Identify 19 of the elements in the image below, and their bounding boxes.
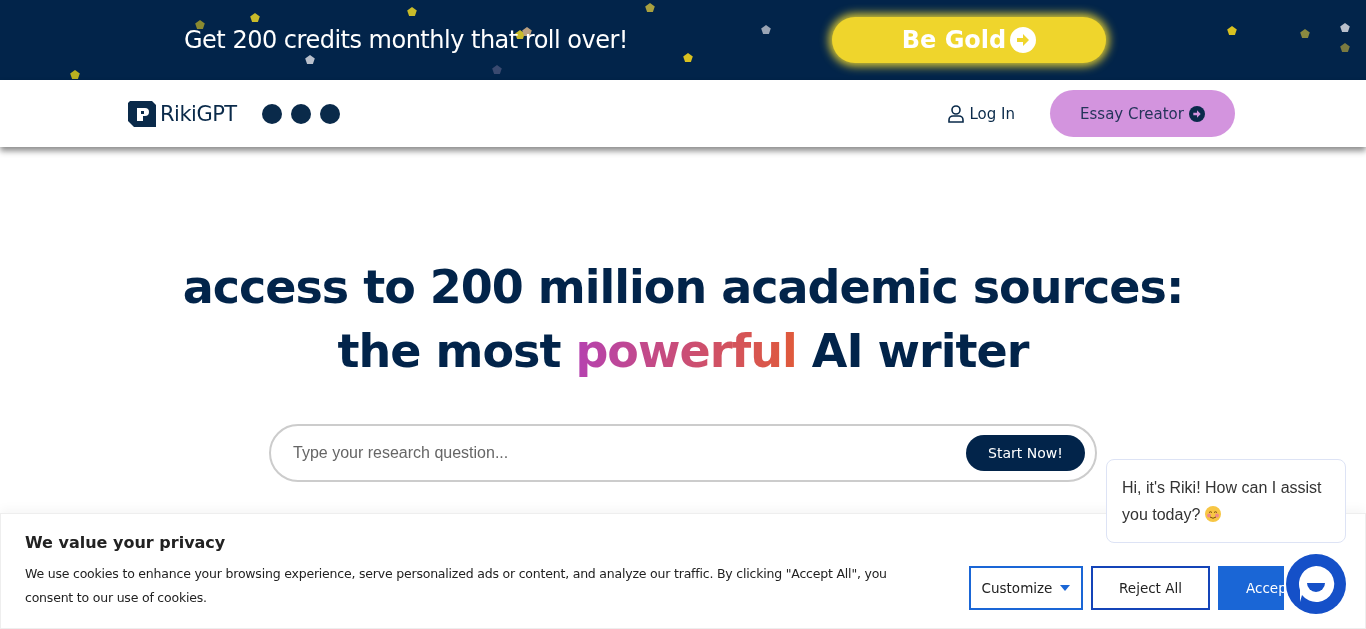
search-field[interactable]: Type your research question... Start Now!	[269, 424, 1097, 482]
logo[interactable]: RikiGPT	[128, 100, 237, 127]
login-link[interactable]: Log In	[947, 104, 1015, 123]
caret-icon	[1060, 585, 1071, 591]
smiley-icon	[1204, 506, 1221, 522]
customize-button[interactable]: Customize	[969, 566, 1083, 610]
reject-button[interactable]: Reject All	[1091, 566, 1210, 610]
chat-icon[interactable]	[1285, 553, 1347, 615]
logo-icon	[128, 100, 156, 127]
promo-text: Get 200 credits monthly that roll over!	[184, 26, 628, 54]
user-icon	[947, 104, 964, 123]
logo-text: RikiGPT	[160, 101, 237, 126]
loading-dots-icon	[261, 102, 340, 125]
start-now-button[interactable]: Start Now!	[966, 435, 1085, 471]
chat-message: Hi, it's Riki! How can I assist you today?	[1106, 459, 1346, 543]
hero-heading: access to 200 million academic sources: the most powerful AI writer	[182, 259, 1184, 380]
essay-creator-button[interactable]: Essay Creator	[1050, 90, 1235, 137]
cookie-title: We value your privacy	[25, 533, 227, 552]
cookie-text: We use cookies to enhance your browsing experience, serve personalized ads or content, and analyze our traffic. By clicking "Accept All", you consent to our use of cookies.	[25, 565, 888, 607]
